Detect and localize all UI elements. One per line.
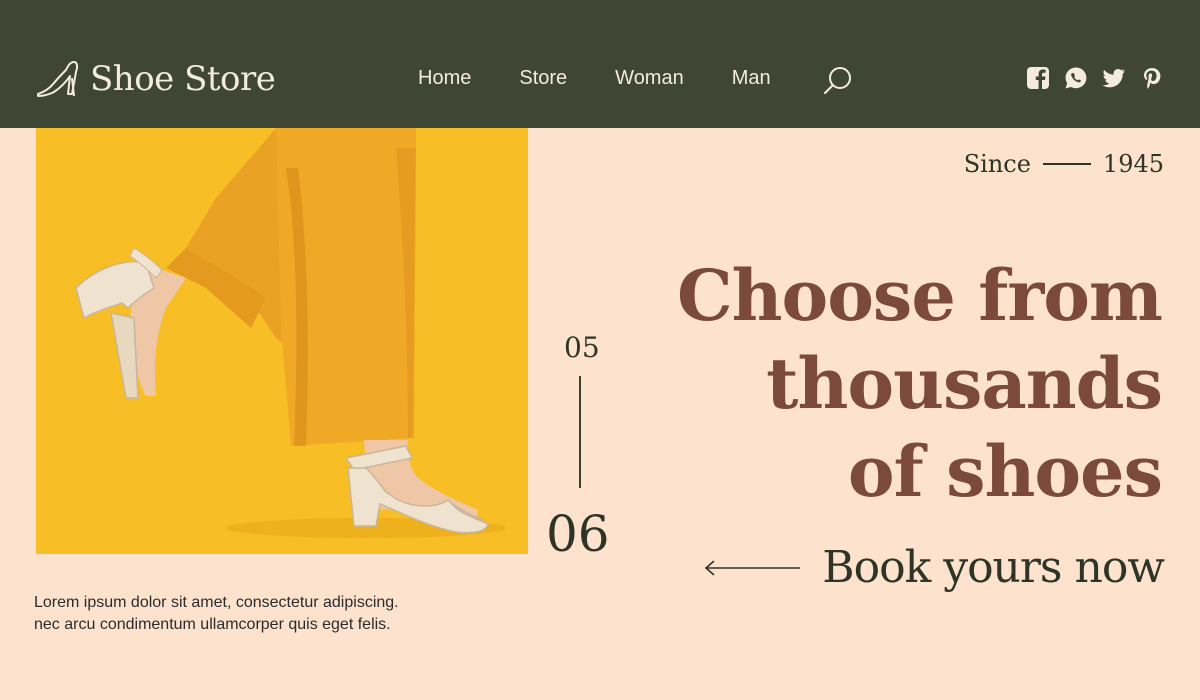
hero-image [36,128,528,554]
pinterest-icon[interactable] [1140,66,1164,90]
body-line-1: Lorem ipsum dolor sit amet, consectetur … [34,594,399,611]
site-header: Shoe Store Home Store Woman Man [0,0,1200,128]
nav-store[interactable]: Store [519,64,567,92]
cta-label: Book yours now [822,542,1165,593]
whatsapp-icon[interactable] [1064,66,1088,90]
since-dash [1042,163,1091,165]
nav-home[interactable]: Home [418,64,471,92]
since-year: 1945 [1102,150,1164,178]
twitter-icon[interactable] [1102,66,1126,90]
hero-body-copy: Lorem ipsum dolor sit amet, consectetur … [34,592,494,636]
since-text: Since [963,150,1031,178]
nav-man[interactable]: Man [732,64,771,92]
hero-headline: Choose from thousands of shoes [562,252,1163,516]
body-line-2: nec arcu condimentum ullamcorper quis eg… [34,616,391,633]
nav-woman[interactable]: Woman [615,64,684,92]
book-now-link[interactable]: Book yours now [704,540,1165,596]
social-links [1026,66,1164,90]
search-icon[interactable] [823,65,853,95]
facebook-icon[interactable] [1026,66,1050,90]
high-heel-icon [37,61,79,97]
brand-name: Shoe Store [90,59,276,99]
headline-line-3: of shoes [847,430,1163,513]
since-label: Since 1945 [964,150,1164,178]
headline-line-2: thousands [766,342,1163,425]
arrow-left-icon [705,560,801,576]
main-nav: Home Store Woman Man [418,64,771,92]
brand-logo[interactable]: Shoe Store [34,58,276,100]
headline-line-1: Choose from [676,254,1163,337]
shoe-model-photo [36,128,528,554]
